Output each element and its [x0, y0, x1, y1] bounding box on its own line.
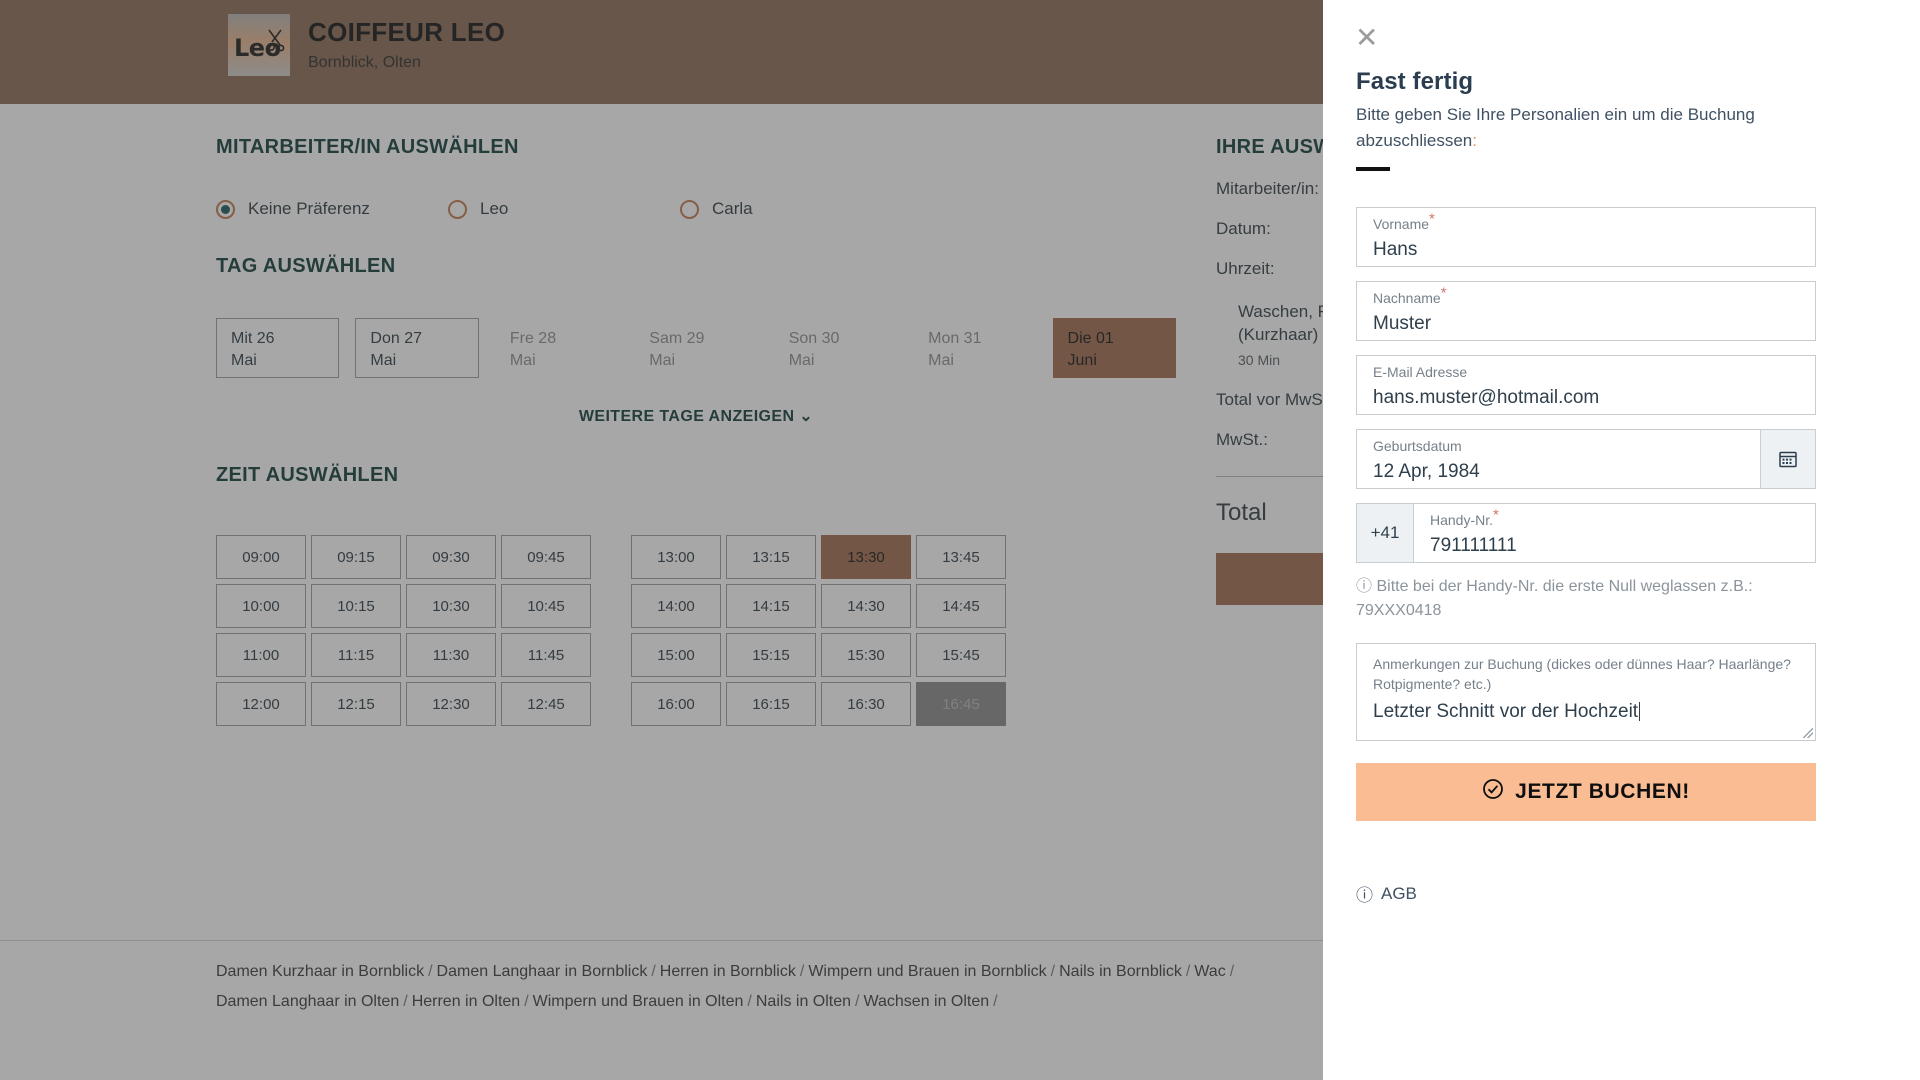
close-icon[interactable]: ✕ [1355, 24, 1381, 52]
firstname-label: Vorname* [1373, 211, 1799, 232]
phone-label: Handy-Nr.* [1430, 507, 1799, 528]
text-caret [1639, 701, 1641, 721]
email-input[interactable]: hans.muster@hotmail.com [1373, 388, 1799, 407]
required-marker: * [1440, 284, 1447, 302]
phone-country-prefix[interactable]: +41 [1356, 503, 1413, 563]
notes-input-text: Letzter Schnitt vor der Hochzeit [1373, 700, 1639, 722]
agb-label: AGB [1381, 883, 1417, 903]
lastname-input[interactable]: Muster [1373, 314, 1799, 333]
lastname-field[interactable]: Nachname* Muster [1356, 281, 1816, 341]
info-icon: ⓘ [1356, 886, 1373, 905]
modal-title: Fast fertig [1356, 68, 1474, 95]
modal-subtitle: Bitte geben Sie Ihre Personalien ein um … [1356, 102, 1826, 153]
info-icon: ⓘ [1356, 578, 1373, 595]
firstname-label-text: Vorname [1373, 216, 1430, 232]
modal-subtitle-text: Bitte geben Sie Ihre Personalien ein um … [1356, 105, 1755, 150]
calendar-icon[interactable] [1760, 430, 1815, 488]
phone-input-wrapper[interactable]: Handy-Nr.* 791111111 [1413, 503, 1816, 563]
title-underline [1356, 167, 1390, 171]
birthdate-field[interactable]: Geburtsdatum 12 Apr, 1984 [1356, 429, 1816, 489]
birthdate-label: Geburtsdatum [1373, 438, 1462, 454]
modal-header: Fast fertig Bitte geben Sie Ihre Persona… [1356, 68, 1826, 171]
modal-subtitle-colon: : [1472, 130, 1477, 150]
required-marker: * [1429, 210, 1435, 228]
email-label: E-Mail Adresse [1373, 364, 1468, 380]
birthdate-input[interactable]: 12 Apr, 1984 [1373, 462, 1745, 481]
notes-input[interactable]: Letzter Schnitt vor der Hochzeit [1373, 700, 1799, 722]
required-marker: * [1493, 506, 1499, 524]
notes-label: Anmerkungen zur Buchung (dickes oder dün… [1373, 656, 1791, 693]
notes-field[interactable]: Anmerkungen zur Buchung (dickes oder dün… [1356, 643, 1816, 741]
submit-booking-button[interactable]: JETZT BUCHEN! [1356, 763, 1816, 821]
email-field[interactable]: E-Mail Adresse hans.muster@hotmail.com [1356, 355, 1816, 415]
check-circle-icon [1482, 778, 1504, 806]
phone-field[interactable]: +41 Handy-Nr.* 791111111 [1356, 503, 1816, 563]
submit-booking-label: JETZT BUCHEN! [1515, 780, 1690, 803]
phone-hint-text: Bitte bei der Handy-Nr. die erste Null w… [1356, 578, 1753, 619]
phone-label-text: Handy-Nr. [1430, 512, 1494, 528]
personal-details-modal: ✕ Fast fertig Bitte geben Sie Ihre Perso… [1323, 0, 1920, 1080]
booking-page: Leo COIFFEUR LEO Bornblick, Olten MITARB… [0, 0, 1920, 1080]
lastname-label: Nachname* [1373, 285, 1799, 306]
phone-input[interactable]: 791111111 [1430, 536, 1799, 555]
resize-handle[interactable] [1803, 728, 1813, 738]
phone-hint: ⓘ Bitte bei der Handy-Nr. die erste Null… [1356, 575, 1816, 623]
agb-link[interactable]: ⓘ AGB [1356, 881, 1816, 906]
lastname-label-text: Nachname [1373, 290, 1441, 306]
personal-details-form: Vorname* Hans Nachname* Muster E-Mail Ad… [1356, 207, 1816, 906]
firstname-input[interactable]: Hans [1373, 240, 1799, 259]
firstname-field[interactable]: Vorname* Hans [1356, 207, 1816, 267]
